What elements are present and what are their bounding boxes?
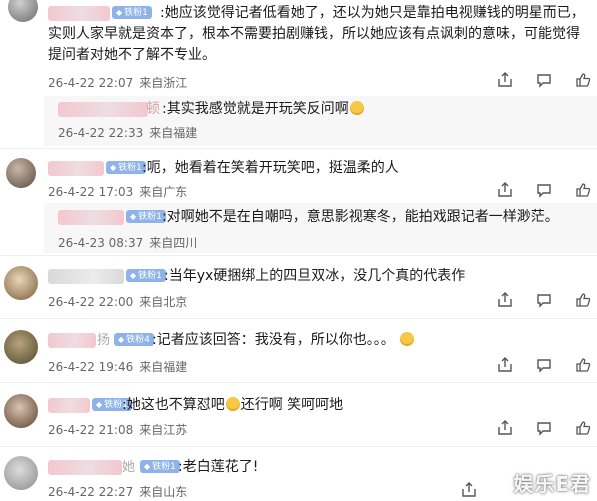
avatar[interactable]	[8, 0, 38, 22]
share-icon[interactable]	[497, 357, 513, 373]
location: 来自江苏	[139, 423, 188, 437]
timestamp: 26-4-23 08:37	[58, 236, 144, 250]
avatar[interactable]	[4, 394, 38, 428]
laughing-emoji-icon	[225, 397, 240, 411]
like-icon[interactable]	[575, 182, 591, 198]
divider	[0, 318, 597, 319]
comment-1: ◆ 铁粉1 :她应该觉得记者低看她了，还以为她只是靠拍电视赚钱的明星而已，实则人家…	[0, 0, 597, 98]
blurred-username[interactable]	[48, 269, 124, 284]
comment-icon[interactable]	[536, 292, 552, 308]
comment-icon[interactable]	[536, 420, 552, 436]
comment-text: :记者应该回答：我没有，所以你也。。。	[152, 330, 415, 351]
share-icon[interactable]	[497, 420, 513, 436]
blurred-username[interactable]	[48, 161, 104, 176]
comment-meta: 26-4-22 22:27 来自山东	[48, 483, 187, 500]
avatar[interactable]	[4, 266, 38, 300]
reply-to-name: 顿	[146, 101, 160, 117]
comment-text: :呃，她看着在笑着开玩笑吧，挺温柔的人	[142, 160, 399, 176]
laughing-emoji-icon	[349, 101, 364, 115]
comment-meta: 26-4-22 22:07 来自浙江	[48, 74, 187, 91]
timestamp: 26-4-22 19:46	[48, 360, 134, 374]
comment-5: ◆ 铁粉1 :她这也不算怼吧 还行啊 笑呵呵地 26-4-22 21:08 来自江苏	[0, 388, 597, 444]
diamond-icon: ◆	[110, 163, 117, 172]
divider	[0, 446, 597, 447]
location: 来自福建	[139, 360, 188, 374]
blurred-username[interactable]	[58, 102, 148, 117]
comment-text: :老白莲花了!	[178, 459, 259, 475]
timestamp: 26-4-22 22:07	[48, 76, 134, 90]
timestamp: 26-4-22 22:33	[58, 126, 144, 140]
share-icon[interactable]	[461, 482, 477, 498]
grimace-emoji-icon	[400, 332, 415, 346]
divider	[0, 255, 597, 256]
location: 来自广东	[139, 185, 188, 199]
timestamp: 26-4-22 21:08	[48, 423, 134, 437]
comment-actions	[497, 72, 591, 88]
watermark: 娱乐E君	[513, 472, 591, 496]
like-icon[interactable]	[575, 420, 591, 436]
diamond-icon: ◆	[118, 335, 125, 344]
comment-2: ◆ 铁粉1 :呃，她看着在笑着开玩笑吧，挺温柔的人 26-4-22 17:03 来自…	[0, 152, 597, 202]
share-icon[interactable]	[497, 292, 513, 308]
like-icon[interactable]	[575, 292, 591, 308]
timestamp: 26-4-22 17:03	[48, 185, 134, 199]
avatar[interactable]	[4, 330, 38, 364]
avatar[interactable]	[6, 158, 36, 188]
diamond-icon: ◆	[130, 271, 137, 280]
comment-meta: 26-4-22 17:03 来自广东	[48, 183, 187, 200]
comment-6: 她 ◆ 铁粉1 :老白莲花了! 26-4-22 22:27 来自山东	[0, 450, 597, 501]
comment-icon[interactable]	[536, 357, 552, 373]
share-icon[interactable]	[497, 72, 513, 88]
divider	[0, 148, 597, 149]
blurred-username[interactable]	[48, 333, 96, 348]
location: 来自山东	[139, 485, 188, 499]
fan-badge: ◆ 铁粉1	[106, 161, 146, 174]
diamond-icon: ◆	[130, 212, 137, 221]
comment-actions	[497, 420, 591, 436]
comment-meta: 26-4-22 22:33 来自福建	[58, 124, 197, 141]
location: 来自浙江	[139, 76, 188, 90]
comment-text: :对啊她不是在自嘲吗，意思影视寒冬，能拍戏跟记者一样渺茫。	[162, 209, 559, 225]
comment-4: 扬 ◆ 铁粉4 :记者应该回答：我没有，所以你也。。。 26-4-22 19:46…	[0, 324, 597, 380]
timestamp: 26-4-22 22:00	[48, 295, 134, 309]
blurred-username[interactable]	[58, 210, 124, 225]
blurred-username[interactable]	[48, 398, 90, 413]
comment-meta: 26-4-22 21:08 来自江苏	[48, 421, 187, 438]
username-suffix: 她	[122, 460, 136, 475]
diamond-icon: ◆	[144, 462, 151, 471]
comment-text: :其实我感觉就是开玩笑反问啊	[162, 99, 365, 120]
location: 来自北京	[139, 295, 188, 309]
comment-3: ◆ 铁粉1 :当年yx硬捆绑上的四旦双冰，没几个真的代表作 26-4-22 22:…	[0, 260, 597, 316]
reply-2: ◆ 铁粉1 :对啊她不是在自嘲吗，意思影视寒冬，能拍戏跟记者一样渺茫。 26-4-…	[0, 203, 597, 253]
timestamp: 26-4-22 22:27	[48, 485, 134, 499]
comment-actions	[497, 357, 591, 373]
location: 来自四川	[149, 236, 198, 250]
fan-badge: ◆ 铁粉1	[126, 269, 166, 282]
like-icon[interactable]	[575, 72, 591, 88]
comment-text: :她应该觉得记者低看她了，还以为她只是靠拍电视赚钱的明星而已，实则人家早就是资本…	[48, 5, 585, 63]
location: 来自福建	[149, 126, 198, 140]
comment-meta: 26-4-22 19:46 来自福建	[48, 358, 187, 375]
reply-1: 顿 :其实我感觉就是开玩笑反问啊 26-4-22 22:33 来自福建	[0, 96, 597, 146]
divider	[0, 382, 597, 383]
comment-meta: 26-4-23 08:37 来自四川	[58, 234, 197, 251]
comment-actions	[497, 182, 591, 198]
share-icon[interactable]	[497, 182, 513, 198]
fan-badge: ◆ 铁粉1	[140, 460, 180, 473]
fan-badge: ◆ 铁粉4	[114, 333, 154, 346]
username-suffix: 扬	[97, 333, 111, 348]
comment-actions	[461, 482, 477, 498]
comment-text: :当年yx硬捆绑上的四旦双冰，没几个真的代表作	[164, 268, 466, 284]
avatar[interactable]	[4, 456, 38, 490]
comment-text: :她这也不算怼吧 还行啊 笑呵呵地	[122, 397, 344, 413]
comment-meta: 26-4-22 22:00 来自北京	[48, 293, 187, 310]
comment-icon[interactable]	[536, 182, 552, 198]
comment-actions	[497, 292, 591, 308]
diamond-icon: ◆	[96, 400, 103, 409]
comment-icon[interactable]	[536, 72, 552, 88]
like-icon[interactable]	[575, 357, 591, 373]
fan-badge: ◆ 铁粉1	[126, 210, 166, 223]
blurred-username[interactable]	[48, 460, 122, 475]
